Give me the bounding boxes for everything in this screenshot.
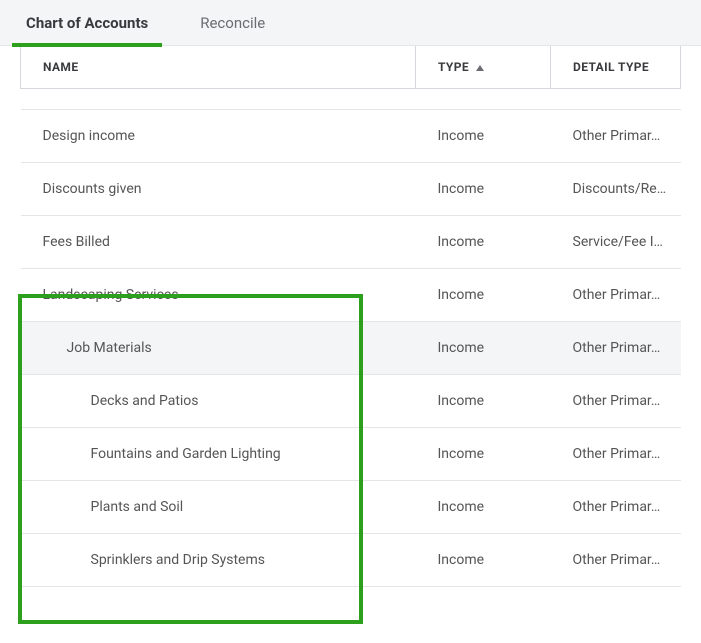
- sort-ascending-icon: [476, 65, 484, 71]
- cell-detail-type: Other Primar…: [551, 269, 681, 322]
- account-name: Landscaping Services: [43, 287, 179, 303]
- table-row[interactable]: Design income IncomeOther Primar…: [21, 110, 681, 163]
- cell-name: Fountains and Garden Lighting: [21, 428, 416, 481]
- cell-detail-type: Service/Fee I…: [551, 89, 681, 110]
- table-row[interactable]: Fees Billed IncomeService/Fee I…: [21, 216, 681, 269]
- account-name: Design income: [43, 128, 135, 144]
- cell-type: Income: [416, 110, 551, 163]
- accounts-table: NAME TYPE DETAIL TYPE Billable Expense I…: [20, 46, 681, 587]
- cell-type: Income: [416, 322, 551, 375]
- account-name: Decks and Patios: [43, 393, 199, 409]
- tabs-bar: Chart of Accounts Reconcile: [0, 0, 701, 46]
- table-row[interactable]: Job Materials IncomeOther Primar…: [21, 322, 681, 375]
- column-header-detail-label: DETAIL TYPE: [573, 60, 649, 74]
- cell-type: Income: [416, 89, 551, 110]
- column-header-type-label: TYPE: [438, 60, 469, 74]
- cell-name: Sprinklers and Drip Systems: [21, 534, 416, 587]
- tab-reconcile[interactable]: Reconcile: [194, 0, 271, 46]
- cell-type: Income: [416, 428, 551, 481]
- account-name: Sprinklers and Drip Systems: [43, 552, 265, 568]
- cell-type: Income: [416, 163, 551, 216]
- cell-detail-type: Other Primar…: [551, 322, 681, 375]
- column-header-name-label: NAME: [43, 60, 79, 74]
- cell-type: Income: [416, 375, 551, 428]
- account-name: Discounts given: [43, 181, 142, 197]
- table-row[interactable]: Discounts given IncomeDiscounts/Re…: [21, 163, 681, 216]
- table-row[interactable]: Billable Expense Income IncomeService/Fee…: [21, 89, 681, 110]
- account-name: Fountains and Garden Lighting: [43, 446, 281, 462]
- column-header-name[interactable]: NAME: [21, 46, 416, 89]
- account-name: Plants and Soil: [43, 499, 184, 515]
- cell-type: Income: [416, 534, 551, 587]
- table-row[interactable]: Plants and Soil IncomeOther Primar…: [21, 481, 681, 534]
- account-name: Billable Expense Income: [43, 89, 194, 105]
- cell-detail-type: Other Primar…: [551, 110, 681, 163]
- cell-name: Job Materials: [21, 322, 416, 375]
- cell-name: Billable Expense Income: [21, 89, 416, 110]
- table-row[interactable]: Landscaping Services IncomeOther Primar…: [21, 269, 681, 322]
- cell-detail-type: Service/Fee I…: [551, 216, 681, 269]
- account-name: Fees Billed: [43, 234, 110, 250]
- table-container: NAME TYPE DETAIL TYPE Billable Expense I…: [0, 46, 701, 643]
- cell-detail-type: Other Primar…: [551, 428, 681, 481]
- cell-name: Landscaping Services: [21, 269, 416, 322]
- table-row[interactable]: Fountains and Garden Lighting IncomeOther…: [21, 428, 681, 481]
- cell-detail-type: Other Primar…: [551, 375, 681, 428]
- cell-name: Decks and Patios: [21, 375, 416, 428]
- column-header-detail-type[interactable]: DETAIL TYPE: [551, 46, 681, 89]
- table-row[interactable]: Decks and Patios IncomeOther Primar…: [21, 375, 681, 428]
- cell-name: Design income: [21, 110, 416, 163]
- table-header-row: NAME TYPE DETAIL TYPE: [21, 46, 681, 89]
- cell-name: Plants and Soil: [21, 481, 416, 534]
- column-header-type[interactable]: TYPE: [416, 46, 551, 89]
- cell-name: Fees Billed: [21, 216, 416, 269]
- cell-type: Income: [416, 481, 551, 534]
- account-name: Job Materials: [43, 340, 152, 356]
- table-row[interactable]: Sprinklers and Drip Systems IncomeOther P…: [21, 534, 681, 587]
- cell-detail-type: Other Primar…: [551, 481, 681, 534]
- cell-detail-type: Other Primar…: [551, 534, 681, 587]
- cell-type: Income: [416, 216, 551, 269]
- cell-detail-type: Discounts/Re…: [551, 163, 681, 216]
- cell-type: Income: [416, 269, 551, 322]
- tab-chart-of-accounts[interactable]: Chart of Accounts: [20, 0, 154, 46]
- cell-name: Discounts given: [21, 163, 416, 216]
